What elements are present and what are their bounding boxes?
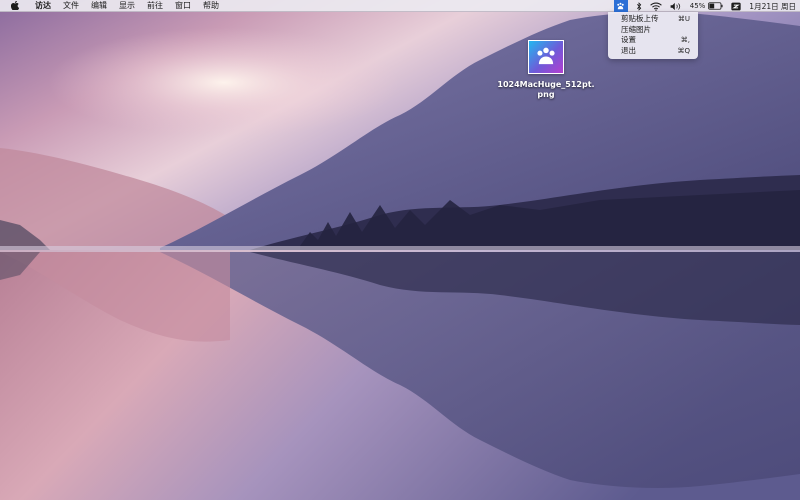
paw-icon bbox=[617, 2, 624, 9]
menu-view[interactable]: 显示 bbox=[113, 0, 141, 12]
paw-icon bbox=[537, 47, 555, 65]
menu-bar: 访达 文件 编辑 显示 前往 窗口 帮助 45% 1月21日 周日 bbox=[0, 0, 800, 12]
bluetooth-icon bbox=[636, 1, 641, 11]
menu-file[interactable]: 文件 bbox=[57, 0, 85, 12]
menu-bar-status-area: 45% 1月21日 周日 bbox=[613, 0, 796, 12]
apple-icon[interactable] bbox=[8, 0, 22, 12]
wifi-icon bbox=[649, 2, 662, 11]
battery-percent: 45% bbox=[689, 2, 706, 10]
menu-item-clipboard-upload[interactable]: 剪贴板上传 ⌘U bbox=[608, 14, 698, 25]
status-app-button[interactable] bbox=[613, 0, 628, 12]
menu-item-label: 设置 bbox=[621, 35, 636, 44]
wifi-button[interactable] bbox=[649, 0, 662, 12]
menu-item-label: 剪贴板上传 bbox=[621, 14, 659, 23]
menu-bar-left: 访达 文件 编辑 显示 前往 窗口 帮助 bbox=[0, 0, 225, 12]
apple-icon-glyph bbox=[11, 1, 19, 10]
input-source-icon bbox=[731, 2, 741, 10]
menu-item-shortcut: ⌘U bbox=[677, 15, 690, 23]
menu-help[interactable]: 帮助 bbox=[197, 0, 225, 12]
battery-icon bbox=[708, 2, 723, 10]
battery-fill bbox=[709, 3, 715, 9]
volume-icon bbox=[670, 2, 680, 10]
file-name: 1024MacHuge_512pt.png bbox=[497, 80, 595, 99]
desktop[interactable]: 访达 文件 编辑 显示 前往 窗口 帮助 45% 1月21日 周日 剪贴板上传 … bbox=[0, 0, 800, 500]
menu-item-quit[interactable]: 退出 ⌘Q bbox=[608, 46, 698, 57]
bluetooth-button[interactable] bbox=[636, 0, 642, 12]
menu-item-shortcut: ⌘, bbox=[680, 36, 690, 44]
menu-item-label: 退出 bbox=[621, 45, 636, 55]
menu-item-label: 压缩图片 bbox=[621, 24, 651, 34]
input-source-button[interactable] bbox=[731, 0, 741, 12]
wallpaper bbox=[0, 0, 800, 500]
volume-button[interactable] bbox=[670, 0, 682, 12]
file-thumbnail[interactable] bbox=[528, 40, 564, 74]
menu-item-shortcut: ⌘Q bbox=[677, 46, 690, 55]
desktop-file[interactable]: 1024MacHuge_512pt.png bbox=[497, 40, 595, 100]
menu-clock[interactable]: 1月21日 周日 bbox=[749, 0, 796, 12]
menu-finder[interactable]: 访达 bbox=[29, 0, 57, 12]
menu-item-settings[interactable]: 设置 ⌘, bbox=[608, 35, 698, 46]
status-app-menu: 剪贴板上传 ⌘U 压缩图片 设置 ⌘, 退出 ⌘Q bbox=[608, 12, 698, 59]
menu-item-compress-image[interactable]: 压缩图片 bbox=[608, 25, 698, 36]
menu-window[interactable]: 窗口 bbox=[169, 0, 197, 12]
menu-edit[interactable]: 编辑 bbox=[85, 0, 113, 12]
battery-button[interactable] bbox=[708, 0, 723, 12]
menu-go[interactable]: 前往 bbox=[141, 0, 169, 12]
